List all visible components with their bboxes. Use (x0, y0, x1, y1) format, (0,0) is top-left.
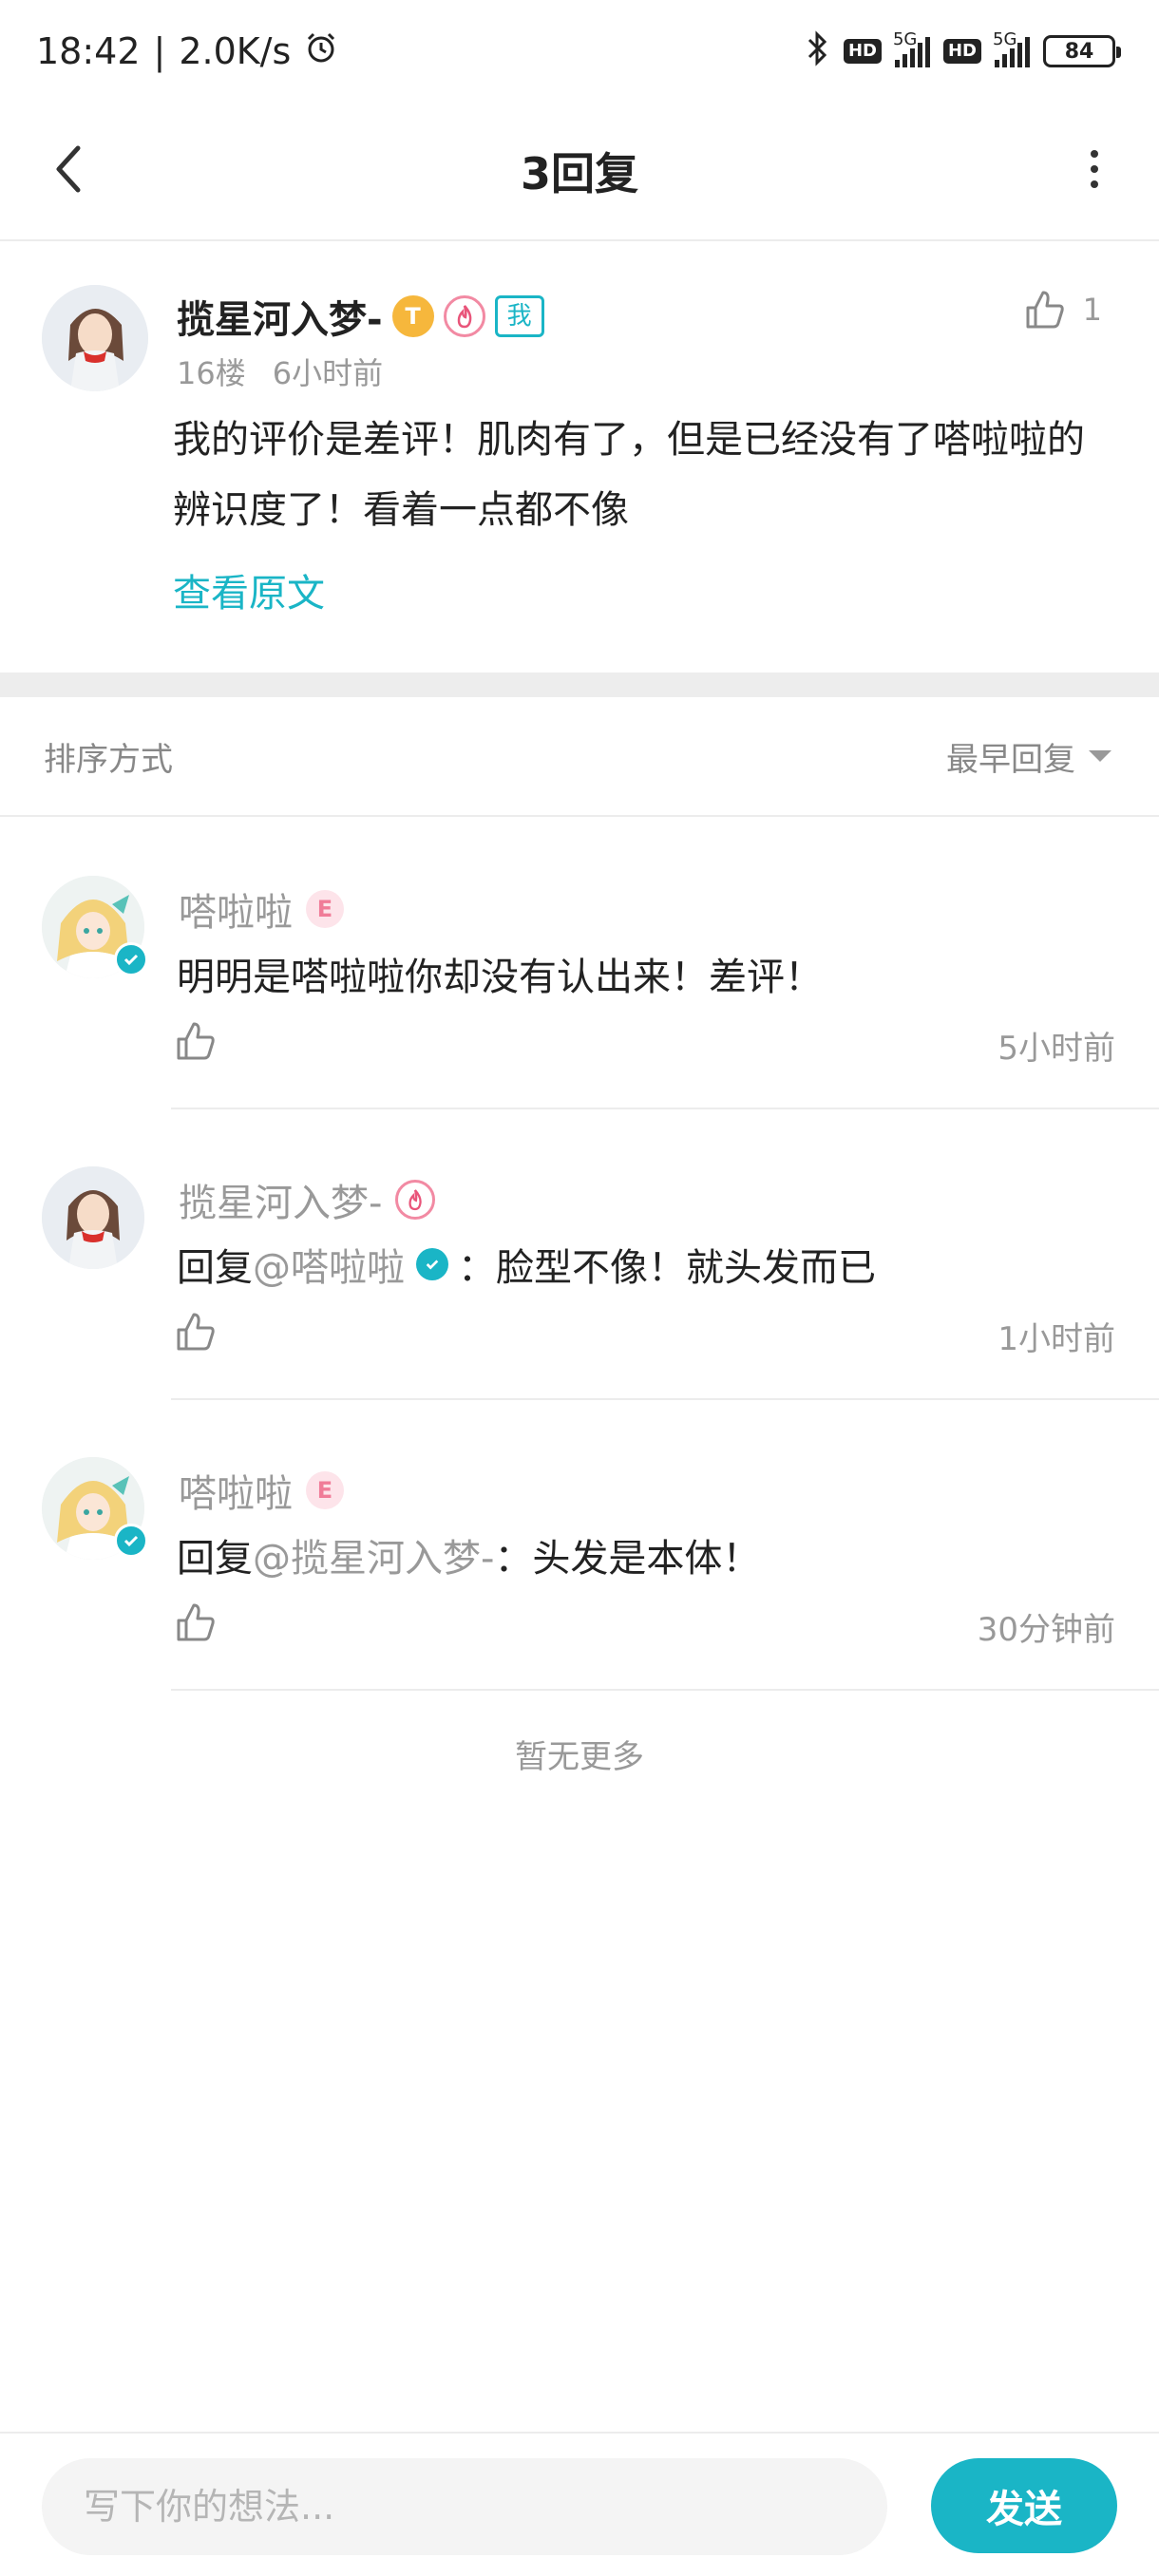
thumbs-up-icon (1026, 291, 1064, 329)
reply-content: ：头发是本体！ (494, 1537, 761, 1581)
floor-number: 16楼 (177, 355, 246, 391)
reply-like-button[interactable] (175, 1601, 217, 1643)
sort-label: 排序方式 (44, 740, 173, 779)
no-more-text: 暂无更多 (515, 1738, 644, 1776)
reply-author-name[interactable]: 嗒啦啦 (179, 1463, 293, 1518)
e-badge-icon: E (306, 890, 344, 928)
reply-author-row: 揽星河入梦- (179, 1172, 436, 1227)
reply-content: ：脸型不像！就头发而已 (458, 1246, 876, 1290)
fire-badge-icon (443, 295, 485, 337)
status-right: HD 5G HD 5G 84 (806, 29, 1121, 72)
status-divider: | (153, 30, 166, 72)
hd-badge-1: HD (843, 39, 882, 64)
reply-text: 回复 @揽星河入梦- ：头发是本体！ (177, 1527, 760, 1582)
author-name[interactable]: 揽星河入梦- (177, 289, 383, 344)
more-options-button[interactable] (1075, 141, 1113, 198)
reply-text: 回复 @嗒啦啦 ：脸型不像！就头发而已 (177, 1237, 876, 1292)
caret-down-icon (1089, 750, 1112, 762)
avatar-image (42, 1166, 144, 1269)
network-type-2: 5G (993, 29, 1017, 49)
reply-prefix: 回复 (177, 1537, 253, 1581)
reply-item: 揽星河入梦- 回复 @嗒啦啦 ：脸型不像！就头发而已 1小时前 (0, 1109, 1159, 1400)
reply-author-row: 嗒啦啦 E (179, 1463, 344, 1518)
status-left: 18:42 | 2.0K/s (36, 30, 338, 73)
reply-divider (171, 1689, 1159, 1691)
reply-like-button[interactable] (175, 1311, 217, 1353)
battery-level: 84 (1064, 39, 1094, 64)
original-comment: 揽星河入梦- T 我 1 16楼 6小时前 我的评价是差评！肌肉有了，但是已经没… (0, 243, 1159, 672)
post-meta: 16楼 6小时前 (177, 350, 383, 393)
signal-icon-2: 5G (993, 29, 1030, 67)
sort-bar: 排序方式 最早回复 (0, 697, 1159, 817)
post-time: 6小时前 (272, 355, 384, 391)
sort-dropdown[interactable]: 最早回复 (946, 733, 1112, 780)
post-author-row: 揽星河入梦- T 我 (177, 289, 544, 344)
sort-selected: 最早回复 (946, 740, 1075, 779)
more-dot (1091, 165, 1098, 173)
more-dot (1091, 150, 1098, 158)
reply-author-name[interactable]: 嗒啦啦 (179, 881, 293, 937)
avatar[interactable] (42, 876, 148, 978)
level-badge: T (391, 295, 434, 337)
avatar-image (42, 285, 148, 391)
reply-prefix: 回复 (177, 1246, 253, 1290)
avatar[interactable] (42, 285, 148, 391)
network-speed: 2.0K/s (179, 30, 292, 72)
back-button[interactable] (42, 141, 99, 198)
me-badge: 我 (494, 295, 544, 337)
bluetooth-icon (806, 30, 830, 72)
reply-item: 嗒啦啦 E 明明是嗒啦啦你却没有认出来！差评！ 5小时前 (0, 819, 1159, 1109)
verified-icon (416, 1248, 448, 1280)
back-arrow-icon (56, 145, 81, 193)
signal-icon-1: 5G (893, 29, 930, 67)
section-divider (0, 672, 1159, 697)
view-original-link[interactable]: 查看原文 (173, 562, 325, 617)
reply-text: 明明是嗒啦啦你却没有认出来！差评！ (177, 946, 823, 1001)
mention-link[interactable]: @嗒啦啦 (253, 1237, 405, 1292)
fire-badge-icon (395, 1180, 436, 1220)
reply-time: 5小时前 (998, 1030, 1115, 1068)
reply-author-name[interactable]: 揽星河入梦- (179, 1172, 382, 1227)
verified-icon (114, 1524, 148, 1558)
nav-bar: 3回复 (0, 103, 1159, 241)
alarm-icon (304, 30, 338, 73)
avatar[interactable] (42, 1457, 148, 1560)
reply-detail-screen: 18:42 | 2.0K/s HD 5G HD 5G 84 3回复 揽星河入梦-… (0, 0, 1159, 2576)
status-bar: 18:42 | 2.0K/s HD 5G HD 5G 84 (0, 0, 1159, 103)
status-time: 18:42 (36, 30, 141, 72)
verified-icon (114, 942, 148, 976)
thumbs-up-icon (177, 1022, 215, 1060)
send-button[interactable]: 发送 (931, 2458, 1117, 2553)
reply-composer: 发送 (0, 2432, 1159, 2576)
thumbs-up-icon (177, 1603, 215, 1641)
reply-item: 嗒啦啦 E 回复 @揽星河入梦- ：头发是本体！ 30分钟前 (0, 1400, 1159, 1691)
network-type: 5G (892, 29, 918, 49)
page-title: 3回复 (520, 148, 638, 199)
more-dot (1091, 180, 1098, 188)
e-badge-icon: E (306, 1471, 344, 1509)
reply-content: 明明是嗒啦啦你却没有认出来！差评！ (177, 956, 823, 999)
post-like-button[interactable]: 1 (1024, 289, 1102, 331)
reply-input[interactable] (42, 2458, 887, 2555)
reply-time: 1小时前 (998, 1320, 1115, 1358)
post-like-count: 1 (1082, 292, 1102, 328)
reply-like-button[interactable] (175, 1020, 217, 1062)
reply-author-row: 嗒啦啦 E (179, 881, 344, 937)
reply-time: 30分钟前 (977, 1611, 1115, 1649)
post-content: 我的评价是差评！肌肉有了，但是已经没有了嗒啦啦的辨识度了！看着一点都不像 (173, 418, 1085, 532)
thumbs-up-icon (177, 1313, 215, 1351)
hd-badge-2: HD (942, 39, 981, 64)
avatar[interactable] (42, 1166, 144, 1269)
battery-icon: 84 (1043, 35, 1121, 67)
mention-link[interactable]: @揽星河入梦- (253, 1527, 494, 1582)
